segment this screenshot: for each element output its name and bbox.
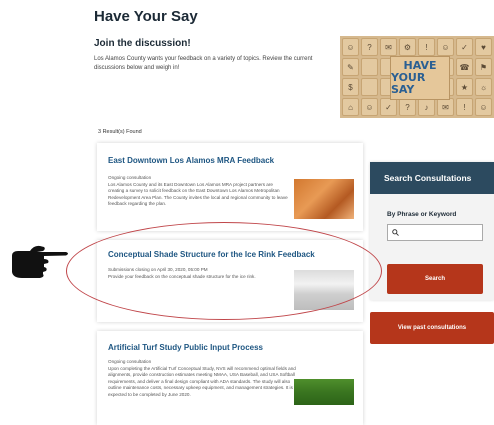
search-input[interactable] bbox=[402, 226, 482, 239]
search-button[interactable]: Search bbox=[387, 264, 483, 294]
card-title-link[interactable]: Artificial Turf Study Public Input Proce… bbox=[108, 343, 263, 352]
search-icon bbox=[392, 229, 399, 236]
card-thumbnail[interactable] bbox=[294, 379, 354, 405]
card-body: Submissions closing on April 30, 2020, 0… bbox=[108, 267, 288, 280]
page-title: Have Your Say bbox=[94, 8, 198, 25]
card-thumbnail[interactable] bbox=[294, 179, 354, 219]
card-thumbnail[interactable] bbox=[294, 270, 354, 310]
card-description: Upon completing the Artificial Turf Conc… bbox=[108, 365, 296, 397]
results-count: 3 Result(s) Found bbox=[98, 129, 142, 135]
search-consultations-panel: Search Consultations By Phrase or Keywor… bbox=[370, 162, 494, 300]
card-title-link[interactable]: East Downtown Los Alamos MRA Feedback bbox=[108, 156, 274, 165]
join-heading: Join the discussion! bbox=[94, 38, 191, 49]
view-past-consultations-button[interactable]: View past consultations bbox=[370, 312, 494, 344]
search-panel-header: Search Consultations bbox=[370, 162, 494, 194]
consultation-card-2: Conceptual Shade Structure for the Ice R… bbox=[97, 240, 363, 322]
card-description: Provide your feedback on the conceptual … bbox=[108, 273, 256, 279]
phrase-keyword-label: By Phrase or Keyword bbox=[387, 211, 457, 218]
hero-badge: HAVE YOUR SAY bbox=[390, 56, 450, 100]
card-description: Los Alamos County and its East Downtown … bbox=[108, 181, 288, 207]
card-title-link[interactable]: Conceptual Shade Structure for the Ice R… bbox=[108, 250, 315, 259]
search-field[interactable] bbox=[387, 224, 483, 241]
consultation-card-1: East Downtown Los Alamos MRA Feedback On… bbox=[97, 143, 363, 231]
have-your-say-image: ☺? ✉ ⚙! ☺ ✓ ♥ ✎ ☎ ⚑ $ ★ ☼ ⌂ ☺ ✓? ♪ ✉! ☺ HAVE YOUR SAY bbox=[340, 36, 494, 118]
card-body: Ongoing consultation Upon completing the… bbox=[108, 359, 298, 398]
card-body: Ongoing consultation Los Alamos County a… bbox=[108, 175, 288, 208]
join-description: Los Alamos County wants your feedback on… bbox=[94, 56, 313, 71]
hero-badge-line2: YOUR SAY bbox=[391, 71, 426, 96]
pointing-hand-icon bbox=[12, 245, 68, 278]
consultation-card-3: Artificial Turf Study Public Input Proce… bbox=[97, 331, 363, 425]
